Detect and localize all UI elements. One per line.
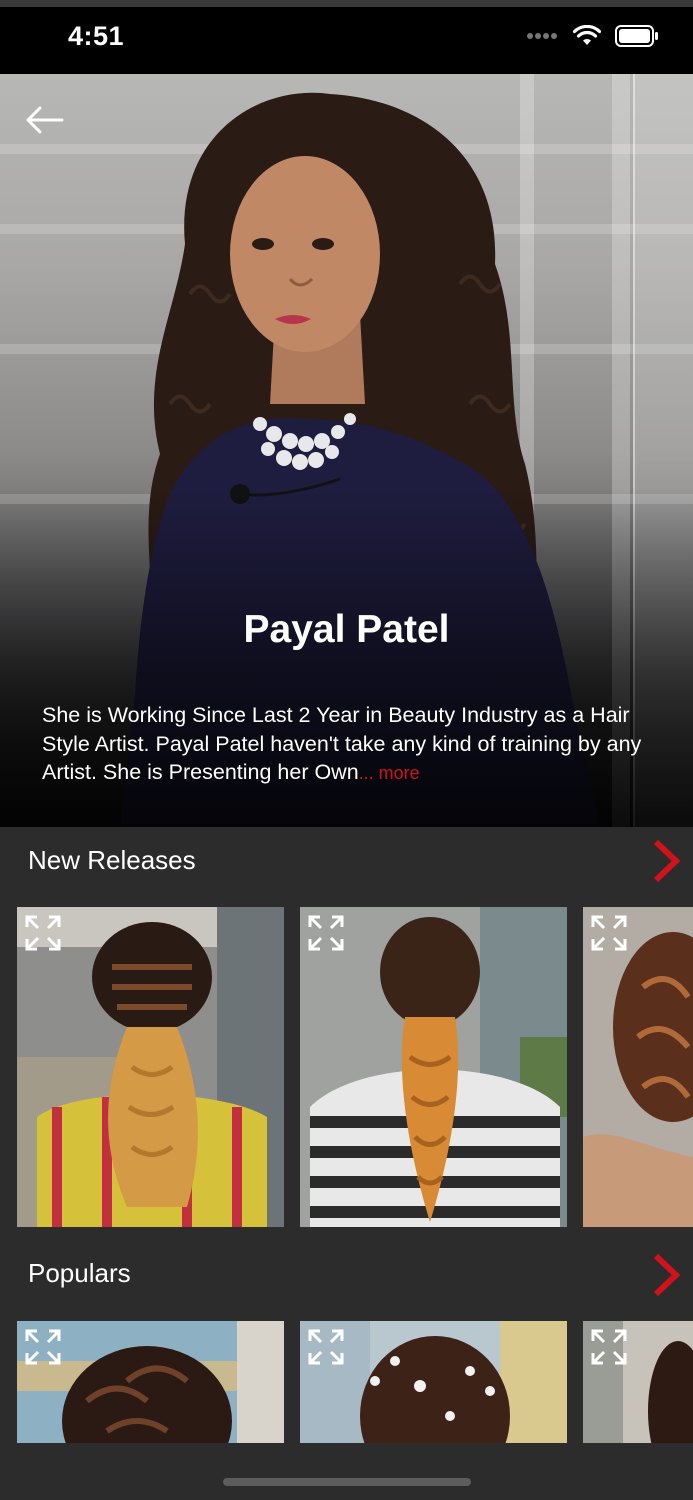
artist-hero: Payal Patel She is Working Since Last 2 …	[0, 74, 693, 827]
artist-name: Payal Patel	[243, 608, 450, 651]
expand-icon	[591, 1329, 627, 1365]
section-title-new-releases: New Releases	[28, 845, 196, 875]
expand-icon	[25, 915, 61, 951]
expand-icon	[25, 1329, 61, 1365]
hairstyle-image	[300, 907, 567, 1227]
new-release-thumb-2[interactable]	[300, 907, 567, 1227]
chevron-right-icon	[653, 1253, 681, 1297]
expand-icon	[308, 915, 344, 951]
status-time: 4:51	[68, 21, 125, 51]
populars-see-all-button[interactable]	[650, 1252, 684, 1298]
signal-dots-icon	[527, 33, 557, 39]
chevron-right-icon	[653, 839, 681, 883]
artist-bio-text: She is Working Since Last 2 Year in Beau…	[42, 703, 642, 784]
artist-bio: She is Working Since Last 2 Year in Beau…	[42, 701, 662, 788]
expand-icon	[308, 1329, 344, 1365]
expand-icon	[591, 915, 627, 951]
back-arrow-icon	[26, 106, 64, 134]
top-strip	[0, 0, 693, 7]
more-link[interactable]: ... more	[359, 763, 420, 783]
section-title-populars: Populars	[28, 1258, 131, 1288]
status-icons	[527, 25, 659, 47]
new-release-thumb-3[interactable]	[583, 907, 693, 1227]
hairstyle-image	[583, 907, 693, 1227]
status-bar: 4:51	[0, 7, 693, 74]
new-release-thumb-1[interactable]	[17, 907, 284, 1227]
popular-thumb-2[interactable]	[300, 1321, 567, 1443]
new-releases-see-all-button[interactable]	[650, 838, 684, 884]
back-button[interactable]	[22, 102, 68, 138]
battery-icon	[615, 25, 658, 47]
wifi-icon	[573, 25, 601, 45]
home-indicator[interactable]	[223, 1478, 471, 1486]
popular-thumb-3[interactable]	[583, 1321, 693, 1443]
hairstyle-image	[17, 907, 284, 1227]
popular-thumb-1[interactable]	[17, 1321, 284, 1443]
